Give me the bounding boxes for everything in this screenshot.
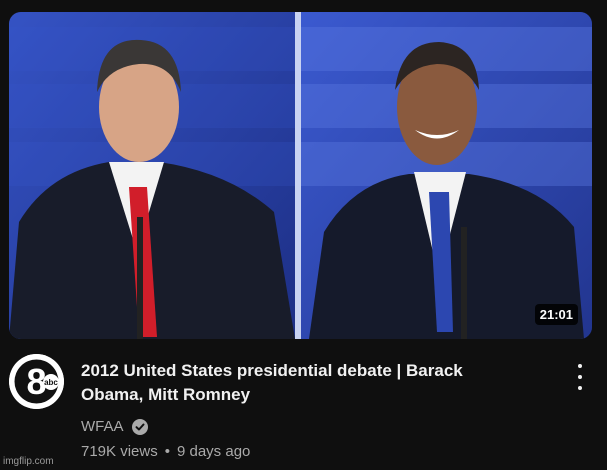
upload-age: 9 days ago — [176, 443, 251, 460]
meta-separator: • — [164, 443, 170, 460]
video-thumbnail[interactable]: 21:01 — [9, 12, 592, 339]
more-options-icon[interactable] — [570, 362, 590, 392]
watermark: imgflip.com — [3, 456, 54, 467]
video-metadata: 719K views • 9 days ago — [81, 443, 250, 460]
channel-name[interactable]: WFAA — [81, 418, 124, 435]
thumbnail-image — [9, 12, 592, 339]
verified-check-icon — [131, 418, 148, 435]
channel-row: WFAA — [81, 418, 148, 435]
view-count: 719K views — [81, 443, 158, 460]
wfaa-logo-icon: 8 abc — [9, 354, 64, 409]
channel-avatar[interactable]: 8 abc — [9, 354, 64, 409]
video-title[interactable]: 2012 United States presidential debate |… — [81, 359, 511, 407]
duration-badge: 21:01 — [534, 304, 578, 325]
svg-text:abc: abc — [44, 378, 58, 387]
